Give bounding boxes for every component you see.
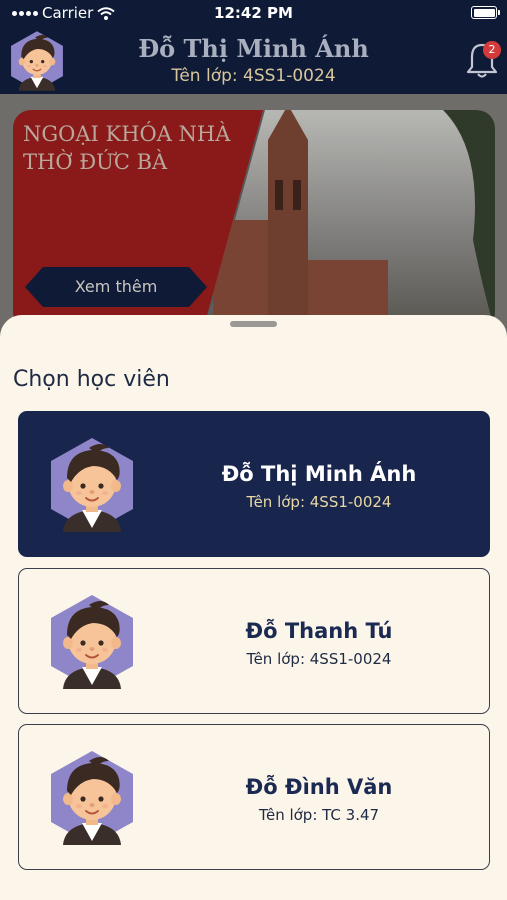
student-card-name: Đỗ Thị Minh Ánh [221,462,417,486]
student-card-name: Đỗ Thanh Tú [245,619,393,643]
status-bar: Carrier 12:42 PM [0,0,507,26]
student-card-class: Tên lớp: 4SS1-0024 [246,650,392,668]
student-card[interactable]: Đỗ Đình Văn Tên lớp: TC 3.47 [18,724,490,870]
notification-badge: 2 [483,41,501,59]
avatar-icon [49,593,135,691]
class-label: Tên lớp: 4SS1-0024 [171,66,336,86]
student-name: Đỗ Thị Minh Ánh [138,34,369,63]
event-banner[interactable]: NGOẠI KHÓA NHÀ THỜ ĐỨC BÀ Xem thêm [13,110,495,330]
see-more-button[interactable]: Xem thêm [25,267,207,307]
student-card-class: Tên lớp: 4SS1-0024 [246,493,392,511]
app-header: Đỗ Thị Minh Ánh Tên lớp: 4SS1-0024 2 [0,26,507,94]
sheet-title: Chọn học viên [13,367,170,392]
student-picker-sheet: Chọn học viên Đỗ Thị Minh Ánh Tên lớp: 4… [0,315,507,900]
student-card-class: Tên lớp: TC 3.47 [258,806,380,824]
student-card-name: Đỗ Đình Văn [245,775,393,799]
battery-icon [471,6,500,19]
banner-title: NGOẠI KHÓA NHÀ THỜ ĐỨC BÀ [23,122,231,174]
avatar-icon [49,436,135,534]
student-card-selected[interactable]: Đỗ Thị Minh Ánh Tên lớp: 4SS1-0024 [18,411,490,557]
student-card[interactable]: Đỗ Thanh Tú Tên lớp: 4SS1-0024 [18,568,490,714]
avatar-icon [49,749,135,847]
sheet-drag-handle[interactable] [230,321,277,327]
clock: 12:42 PM [214,4,293,22]
